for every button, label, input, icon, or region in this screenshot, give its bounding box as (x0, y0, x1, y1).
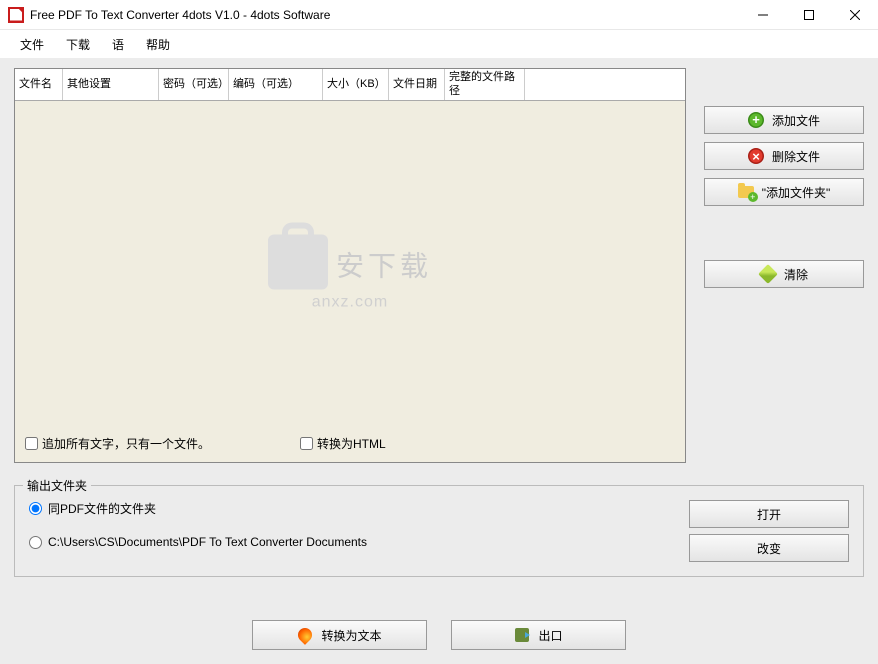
clear-button[interactable]: 清除 (704, 260, 864, 288)
open-label: 打开 (757, 506, 781, 523)
same-folder-radio[interactable] (29, 502, 42, 515)
exit-label: 出口 (538, 627, 562, 644)
menubar: 文件 下载 语 帮助 (0, 30, 878, 58)
group-title: 输出文件夹 (23, 477, 91, 494)
add-folder-label: "添加文件夹" (762, 184, 831, 201)
radio-custom-folder[interactable]: C:\Users\CS\Documents\PDF To Text Conver… (29, 535, 671, 549)
col-size[interactable]: 大小（KB） (323, 69, 389, 100)
grid-header: 文件名 其他设置 密码（可选） 编码（可选） 大小（KB） 文件日期 完整的文件… (15, 69, 685, 101)
same-folder-label: 同PDF文件的文件夹 (48, 500, 156, 517)
col-other[interactable]: 其他设置 (63, 69, 159, 100)
titlebar: Free PDF To Text Converter 4dots V1.0 - … (0, 0, 878, 30)
watermark: 安下载 anxz.com (268, 235, 432, 312)
add-file-button[interactable]: 添加文件 (704, 106, 864, 134)
fire-icon (296, 625, 316, 645)
plus-icon (748, 112, 764, 128)
broom-icon (758, 264, 778, 284)
col-password[interactable]: 密码（可选） (159, 69, 229, 100)
append-checkbox[interactable] (25, 437, 38, 450)
col-encoding[interactable]: 编码（可选） (229, 69, 323, 100)
append-label: 追加所有文字，只有一个文件。 (42, 435, 210, 452)
tohtml-label: 转换为HTML (317, 435, 386, 452)
app-icon (8, 7, 24, 23)
menu-download[interactable]: 下载 (56, 32, 100, 57)
convert-label: 转换为文本 (321, 627, 381, 644)
exit-icon (515, 628, 529, 642)
col-path[interactable]: 完整的文件路径 (445, 69, 525, 100)
radio-same-folder[interactable]: 同PDF文件的文件夹 (29, 500, 671, 517)
clear-label: 清除 (784, 266, 808, 283)
maximize-button[interactable] (786, 0, 832, 29)
tohtml-checkbox[interactable] (300, 437, 313, 450)
delete-icon (748, 148, 764, 164)
col-date[interactable]: 文件日期 (389, 69, 445, 100)
exit-button[interactable]: 出口 (451, 620, 626, 650)
close-button[interactable] (832, 0, 878, 29)
custom-folder-radio[interactable] (29, 536, 42, 549)
remove-file-button[interactable]: 删除文件 (704, 142, 864, 170)
convert-button[interactable]: 转换为文本 (252, 620, 427, 650)
add-file-label: 添加文件 (772, 112, 820, 129)
minimize-button[interactable] (740, 0, 786, 29)
checkbox-tohtml[interactable]: 转换为HTML (300, 435, 386, 452)
file-grid[interactable]: 文件名 其他设置 密码（可选） 编码（可选） 大小（KB） 文件日期 完整的文件… (14, 68, 686, 463)
menu-file[interactable]: 文件 (10, 32, 54, 57)
checkbox-append[interactable]: 追加所有文字，只有一个文件。 (25, 435, 210, 452)
output-folder-group: 输出文件夹 同PDF文件的文件夹 C:\Users\CS\Documents\P… (14, 485, 864, 577)
col-filename[interactable]: 文件名 (15, 69, 63, 100)
menu-help[interactable]: 帮助 (136, 32, 180, 57)
change-button[interactable]: 改变 (689, 534, 849, 562)
folder-plus-icon (738, 186, 754, 198)
change-label: 改变 (757, 540, 781, 557)
window-title: Free PDF To Text Converter 4dots V1.0 - … (30, 8, 740, 22)
add-folder-button[interactable]: "添加文件夹" (704, 178, 864, 206)
open-button[interactable]: 打开 (689, 500, 849, 528)
remove-file-label: 删除文件 (772, 148, 820, 165)
menu-lang[interactable]: 语 (102, 32, 134, 57)
custom-folder-label: C:\Users\CS\Documents\PDF To Text Conver… (48, 535, 367, 549)
